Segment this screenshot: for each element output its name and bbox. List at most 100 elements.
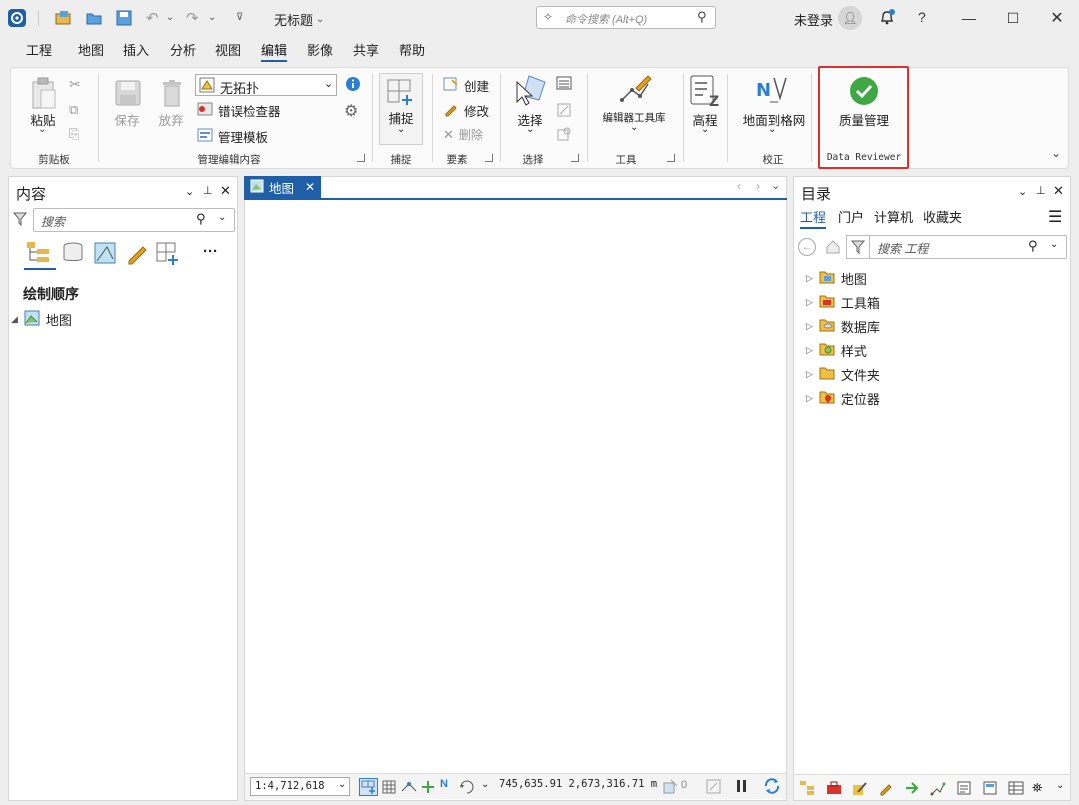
help-icon[interactable]: ? [918, 9, 926, 25]
catalog-item-maps[interactable]: ▷ 地图 [806, 269, 867, 288]
zoom-to-selection-icon[interactable] [556, 126, 572, 145]
pane-options-icon[interactable]: ⌄ [1018, 185, 1027, 198]
delete-features-button[interactable]: ✕ 删除 [443, 126, 483, 143]
back-icon[interactable]: ← [798, 238, 816, 256]
expand-arrow-icon[interactable]: ▷ [806, 369, 813, 380]
close-icon[interactable]: ✕ [1034, 0, 1079, 36]
expand-arrow-icon[interactable]: ▷ [806, 297, 813, 308]
close-tab-icon[interactable]: ✕ [305, 180, 315, 194]
list-by-source-icon[interactable] [61, 241, 85, 268]
tab-list-icon[interactable]: ⌄ [771, 179, 780, 192]
pin-icon[interactable]: ⊥ [1036, 184, 1046, 197]
chevron-down-icon[interactable]: ⌄ [481, 779, 489, 790]
editor-tools-dropdown-icon[interactable]: ⌄ [630, 122, 638, 133]
error-inspector-button[interactable]: 错误检查器 [197, 101, 281, 120]
topology-select[interactable]: 无拓扑 ⌄ [195, 74, 337, 96]
toolbox-icon[interactable] [826, 780, 842, 799]
tab-favorites[interactable]: 收藏夹 [923, 207, 962, 226]
tools-launcher-icon[interactable] [667, 154, 675, 162]
list-by-selection-icon[interactable] [93, 241, 117, 268]
menu-project[interactable]: 工程 [26, 40, 52, 62]
attributes-pane-icon[interactable] [956, 780, 972, 799]
list-by-drawing-order-icon[interactable] [25, 240, 51, 267]
scale-select[interactable]: 1:4,712,618 ⌄ [250, 777, 350, 796]
copy-icon[interactable]: ⧉ [69, 102, 78, 118]
document-title[interactable]: 无标题 ⌄ [274, 10, 324, 29]
avatar-icon[interactable]: 👤︎ [838, 6, 862, 30]
tab-project[interactable]: 工程 [800, 207, 827, 229]
open-project-icon[interactable] [85, 9, 103, 30]
rotation-icon[interactable] [459, 779, 475, 797]
undo-dropdown-icon[interactable]: ⌄ [166, 12, 174, 23]
catalog-item-toolboxes[interactable]: ▷ 工具箱 [806, 293, 880, 312]
command-search-input[interactable]: ✧ 命令搜索 (Alt+Q) ⚲ [536, 6, 716, 29]
modify-features-button[interactable]: 修改 [443, 101, 489, 120]
quality-management-button[interactable]: 质量管理 [829, 110, 899, 129]
refresh-icon[interactable] [763, 777, 781, 798]
redo-icon[interactable]: ↷ [186, 9, 199, 27]
menu-view[interactable]: 视图 [215, 40, 241, 62]
attributes-icon[interactable] [556, 76, 572, 93]
sketch-icon[interactable] [930, 780, 946, 799]
notification-bell-icon[interactable] [878, 8, 896, 29]
tab-scroll-left-icon[interactable]: ‹ [737, 179, 741, 193]
topology-info-icon[interactable] [345, 76, 361, 95]
save-edits-button[interactable]: 保存 [109, 110, 145, 129]
clear-selection-icon[interactable] [556, 102, 572, 121]
more-options-icon[interactable]: ··· [203, 243, 218, 260]
full-extent-icon[interactable] [706, 779, 721, 797]
contents-search-input[interactable]: 搜索 ⚲ ⌄ [33, 208, 235, 232]
settings-gear-icon[interactable]: ⚙ [344, 101, 358, 121]
tab-scroll-right-icon[interactable]: › [756, 179, 760, 193]
table-pane-icon[interactable] [1008, 780, 1024, 799]
catalog-search-input[interactable]: 搜索 工程 ⚲ ⌄ [869, 235, 1067, 259]
tab-map[interactable]: 地图 ✕ [244, 176, 321, 198]
cut-icon[interactable]: ✂ [69, 76, 81, 93]
list-by-editing-icon[interactable] [125, 241, 149, 268]
pause-icon[interactable] [735, 778, 749, 794]
manage-templates-button[interactable]: 管理模板 [197, 127, 268, 146]
expand-icon[interactable]: ◢ [11, 314, 18, 325]
grid-icon[interactable] [382, 780, 396, 797]
new-project-icon[interactable] [54, 9, 72, 30]
maximize-icon[interactable]: ☐ [990, 0, 1036, 36]
manage-edits-launcher-icon[interactable] [357, 154, 365, 162]
home-icon[interactable] [823, 237, 843, 257]
minimize-icon[interactable]: — [946, 0, 992, 36]
modify-pane-icon[interactable] [878, 780, 894, 799]
menu-map[interactable]: 地图 [78, 40, 104, 62]
close-icon[interactable]: ✕ [220, 183, 231, 199]
edit-pane-icon[interactable] [852, 780, 868, 799]
ground-to-grid-dropdown-icon[interactable]: ⌄ [768, 124, 776, 135]
pane-options-icon[interactable]: ⌄ [185, 185, 194, 198]
north-arrow-icon[interactable]: N [440, 778, 448, 790]
paste-dropdown-icon[interactable]: ⌄ [38, 124, 46, 135]
expand-arrow-icon[interactable]: ▷ [806, 273, 813, 284]
snapping-button[interactable]: 捕捉 ⌄ [379, 73, 423, 145]
customize-qat-icon[interactable]: ⊽ [236, 12, 243, 23]
menu-insert[interactable]: 插入 [123, 40, 149, 62]
menu-share[interactable]: 共享 [353, 40, 379, 62]
ribbon-collapse-icon[interactable]: ⌄ [1051, 146, 1061, 160]
discard-edits-button[interactable]: 放弃 [153, 110, 189, 129]
copy-path-icon[interactable]: ⎘ [69, 126, 79, 142]
expand-arrow-icon[interactable]: ▷ [806, 321, 813, 332]
correction-icon[interactable] [421, 780, 435, 797]
list-by-snapping-icon[interactable] [155, 241, 181, 268]
binoculars-icon[interactable]: ⛯ [1032, 780, 1042, 796]
geoprocessing-arrow-icon[interactable] [904, 780, 920, 799]
contents-pane-icon[interactable] [799, 780, 815, 799]
expand-arrow-icon[interactable]: ▷ [806, 345, 813, 356]
chevron-down-icon[interactable]: ⌄ [1056, 780, 1064, 791]
filter-icon[interactable] [846, 235, 870, 259]
catalog-item-locators[interactable]: ▷ 定位器 [806, 389, 880, 408]
selection-launcher-icon[interactable] [571, 154, 579, 162]
sign-in-status[interactable]: 未登录 [794, 10, 833, 29]
map-view[interactable] [244, 176, 787, 801]
save-project-icon[interactable] [115, 9, 133, 30]
menu-imagery[interactable]: 影像 [307, 40, 333, 62]
expand-arrow-icon[interactable]: ▷ [806, 393, 813, 404]
menu-edit[interactable]: 编辑 [261, 40, 288, 62]
pin-icon[interactable]: ⊥ [203, 184, 213, 197]
catalog-item-styles[interactable]: ▷ 样式 [806, 341, 867, 360]
